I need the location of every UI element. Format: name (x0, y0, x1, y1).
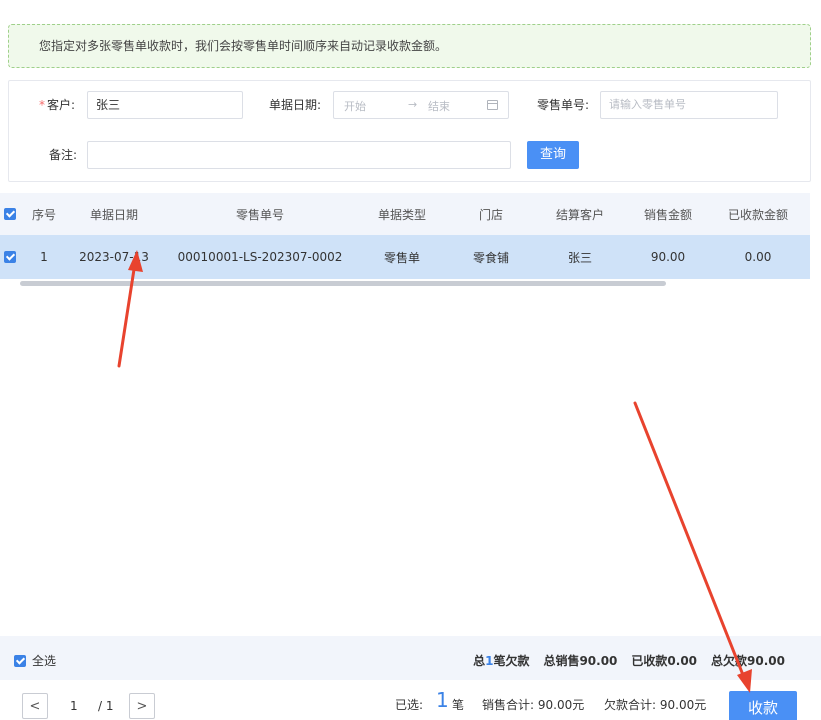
cell-received-amount: 0.00 (744, 250, 772, 264)
selected-count: 1 (436, 688, 449, 712)
cell-sales-amount: 90.00 (650, 250, 686, 264)
select-all-checkbox[interactable] (14, 654, 26, 667)
cell-customer: 张三 (567, 250, 592, 265)
header-checkbox[interactable] (4, 208, 16, 220)
select-all[interactable]: 全选 (14, 652, 56, 669)
col-customer: 结算客户 (555, 207, 604, 222)
collect-payment-button[interactable]: 收款 (729, 691, 797, 720)
calendar-icon (487, 100, 498, 110)
cell-order-no: 00010001-LS-202307-0002 (177, 250, 343, 264)
col-sales-amount: 销售金额 (643, 207, 692, 222)
date-range-picker[interactable]: 开始 → 结束 (333, 91, 509, 119)
customer-label: * 客户: (39, 98, 76, 112)
date-arrow: → (408, 98, 418, 111)
row-checkbox[interactable] (4, 251, 16, 263)
col-order-no: 零售单号 (235, 207, 284, 222)
remark-label: 备注: (49, 148, 78, 162)
col-date: 单据日期 (89, 207, 138, 222)
table-row[interactable]: 1 2023-07-13 00010001-LS-202307-0002 零售单… (0, 235, 810, 279)
col-store: 门店 (478, 207, 503, 222)
totals: 总1笔欠款 总销售90.00 已收款0.00 总欠款90.00 (473, 652, 785, 669)
summary-bar: 全选 总1笔欠款 总销售90.00 已收款0.00 总欠款90.00 (0, 636, 821, 680)
horizontal-scrollbar[interactable] (20, 281, 666, 286)
cell-type: 零售单 (383, 250, 420, 265)
table-header: 序号 单据日期 零售单号 单据类型 门店 结算客户 销售金额 已收款金额 (0, 193, 810, 235)
total-count: 总1笔欠款 (473, 654, 530, 668)
retail-order-table: 序号 单据日期 零售单号 单据类型 门店 结算客户 销售金额 已收款金额 1 2… (0, 193, 810, 279)
selected-label: 已选: (395, 698, 424, 712)
filter-panel: * 客户: 张三 单据日期: 开始 → 结束 零售单号: 请输入零售单号 备注: … (8, 80, 811, 182)
cell-store: 零食铺 (472, 250, 509, 265)
total-sales: 总销售90.00 (543, 654, 618, 668)
cell-index: 1 (40, 250, 48, 264)
cell-date: 2023-07-13 (79, 250, 149, 264)
bottom-toolbar: < 1 / 1 > 已选: 1 笔 销售合计: 90.00元 欠款合计: 90.… (0, 684, 821, 720)
select-all-label: 全选 (32, 654, 57, 668)
col-type: 单据类型 (377, 207, 426, 222)
total-owed: 总欠款90.00 (711, 654, 785, 668)
order-no-input[interactable]: 请输入零售单号 (600, 91, 778, 119)
order-no-label: 零售单号: (537, 98, 590, 112)
date-label: 单据日期: (269, 98, 322, 112)
date-end: 结束 (428, 100, 450, 113)
current-page: 1 (70, 699, 78, 713)
next-page-button[interactable]: > (129, 693, 155, 719)
col-received-amount: 已收款金额 (727, 207, 788, 222)
prev-page-button[interactable]: < (22, 693, 48, 719)
selected-unit: 笔 (452, 698, 465, 712)
query-button[interactable]: 查询 (527, 141, 579, 169)
date-start: 开始 (344, 100, 366, 113)
col-index: 序号 (31, 207, 56, 222)
sales-total: 销售合计: 90.00元 (482, 698, 585, 712)
owed-total: 欠款合计: 90.00元 (604, 698, 707, 712)
customer-input[interactable]: 张三 (87, 91, 243, 119)
remark-input[interactable] (87, 141, 511, 169)
total-received: 已收款0.00 (631, 654, 698, 668)
info-notice: 您指定对多张零售单收款时，我们会按零售单时间顺序来自动记录收款金额。 (8, 24, 811, 68)
notice-text: 您指定对多张零售单收款时，我们会按零售单时间顺序来自动记录收款金额。 (39, 39, 448, 53)
total-pages: / 1 (98, 699, 114, 713)
